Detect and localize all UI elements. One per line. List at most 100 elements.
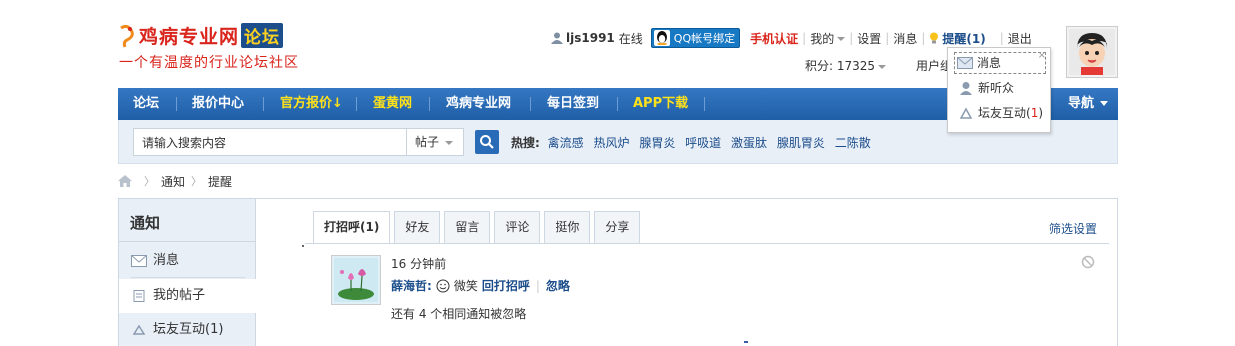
points-menu[interactable]: 积分: 17325 xyxy=(805,57,887,74)
tab-comments[interactable]: 评论 xyxy=(494,211,541,243)
ignore-link[interactable]: 忽略 xyxy=(546,277,570,294)
ignored-note: 还有 4 个相同通知被忽略 xyxy=(391,307,527,321)
close-icon[interactable]: × xyxy=(1038,50,1046,61)
filter-settings-link[interactable]: 筛选设置 xyxy=(1049,220,1097,237)
divider: | xyxy=(802,31,807,45)
tab-friends[interactable]: 好友 xyxy=(394,211,441,243)
hot-search-link[interactable]: 禽流感 xyxy=(548,136,584,150)
home-icon[interactable] xyxy=(118,175,132,187)
divider: | xyxy=(921,31,926,45)
nav-item-official-quote[interactable]: 官方报价↓ xyxy=(280,88,343,120)
chevron-down-icon xyxy=(837,37,846,41)
nav-divider xyxy=(617,97,618,111)
chevron-down-icon xyxy=(445,141,453,145)
search-input[interactable]: 请输入搜索内容 xyxy=(133,128,406,156)
tab-greeting[interactable]: 打招呼(1) xyxy=(313,211,391,244)
breadcrumb: 〉 通知 〉 提醒 xyxy=(118,172,232,190)
divider: | xyxy=(999,31,1004,45)
hot-search-link[interactable]: 腺肌胃炎 xyxy=(777,136,825,150)
breadcrumb-notify[interactable]: 通知 xyxy=(161,173,185,190)
nav-item-quote-center[interactable]: 报价中心 xyxy=(192,88,244,120)
nav-item-daily-checkin[interactable]: 每日签到 xyxy=(547,88,599,120)
sidebar: 通知 消息 我的帖子 坛友互动(1) xyxy=(119,199,257,346)
logout-link[interactable]: 退出 xyxy=(1008,30,1032,47)
hot-search-link[interactable]: 热风炉 xyxy=(593,136,629,150)
tab-share[interactable]: 分享 xyxy=(594,211,641,243)
breadcrumb-remind: 提醒 xyxy=(208,174,233,189)
nav-item-chicken-disease[interactable]: 鸡病专业网 xyxy=(446,88,511,120)
tab-messages[interactable]: 留言 xyxy=(444,211,491,243)
nav-item-forum[interactable]: 论坛 xyxy=(133,88,159,120)
settings-link[interactable]: 设置 xyxy=(857,30,881,47)
qq-bind-label: QQ帐号绑定 xyxy=(673,32,736,45)
sender-avatar[interactable] xyxy=(331,255,381,305)
nav-divider xyxy=(263,97,264,111)
search-type-select[interactable]: 帖子 xyxy=(406,128,464,156)
logo-slogan: 一个有温度的行业论坛社区 xyxy=(119,55,299,71)
user-toolbar: ljs1991 在线 QQ帐号绑定 手机认证 | 我的 | 设置 | 消息 | … xyxy=(551,28,1032,48)
sidebar-divider xyxy=(119,241,256,242)
caret-down-icon xyxy=(1100,101,1108,106)
sidebar-item-interaction[interactable]: 坛友互动(1) xyxy=(119,313,256,346)
nav-divider xyxy=(356,97,357,111)
hot-search-link[interactable]: 二陈散 xyxy=(835,136,871,150)
tab-support[interactable]: 挺你 xyxy=(544,211,591,243)
phone-verify-link[interactable]: 手机认证 xyxy=(750,30,798,47)
qq-penguin-icon xyxy=(653,30,670,46)
dropdown-item-messages[interactable]: 消息 xyxy=(957,53,1001,73)
search-icon xyxy=(480,135,494,149)
reply-greeting-link[interactable]: 回打招呼 xyxy=(482,277,530,294)
avatar-cartoon-icon xyxy=(1069,29,1115,75)
qq-bind-button[interactable]: QQ帐号绑定 xyxy=(650,28,741,48)
username-link[interactable]: ljs1991 xyxy=(566,31,615,45)
nav-divider xyxy=(530,97,531,111)
divider: | xyxy=(849,31,854,45)
nav-item-egg-yolk[interactable]: 蛋黄网 xyxy=(373,88,412,120)
notice-item: 16 分钟前 薛海哲: 微笑 回打招呼 | 忽略 还有 4 个相同通知被忽略 xyxy=(331,255,1101,335)
hot-search-link[interactable]: 呼吸道 xyxy=(685,136,721,150)
greeting-action: 微笑 xyxy=(453,279,478,293)
breadcrumb-separator-icon: 〉 xyxy=(144,175,155,188)
user-avatar[interactable] xyxy=(1066,26,1118,78)
user-stats: 积分: 17325 用户组 xyxy=(805,57,952,74)
sidebar-title: 通知 xyxy=(130,214,161,232)
block-icon[interactable] xyxy=(1081,255,1095,269)
notification-panel: 通知 消息 我的帖子 坛友互动(1) 打招呼(1) 好友 留言 评论 挺你 分享… xyxy=(118,198,1118,346)
site-logo[interactable]: 鸡病专业网 论坛 一个有温度的行业论坛社区 xyxy=(117,22,317,71)
recycle-icon xyxy=(959,107,973,119)
remind-link[interactable]: 提醒(1) xyxy=(942,30,985,47)
mail-icon xyxy=(957,57,973,69)
sidebar-divider xyxy=(131,277,245,278)
hot-search-link[interactable]: 激蛋肽 xyxy=(731,136,767,150)
mail-icon xyxy=(131,254,147,267)
sidebar-item-my-posts[interactable]: 我的帖子 xyxy=(119,279,257,313)
document-icon xyxy=(133,289,145,302)
mine-menu[interactable]: 我的 xyxy=(810,30,846,47)
notice-time: 16 分钟前 xyxy=(391,257,447,271)
messages-link[interactable]: 消息 xyxy=(893,30,917,47)
hot-search-link[interactable]: 腺胃炎 xyxy=(639,136,675,150)
dropdown-item-new-listeners[interactable]: 新听众 xyxy=(958,78,1014,98)
lightbulb-icon xyxy=(930,32,939,43)
divider: | xyxy=(535,278,540,293)
chicken-logo-icon xyxy=(120,24,134,48)
user-icon xyxy=(551,32,563,44)
logo-badge: 论坛 xyxy=(241,23,284,48)
notice-tabs: 打招呼(1) 好友 留言 评论 挺你 分享 xyxy=(313,211,644,244)
stray-mark xyxy=(744,341,748,343)
stray-mark xyxy=(302,245,304,247)
site-navigation-menu[interactable]: 导航 xyxy=(1068,88,1118,120)
hot-searches: 热搜: 禽流感 热风炉 腺胃炎 呼吸道 激蛋肽 腺肌胃炎 二陈散 xyxy=(511,134,877,151)
search-button[interactable] xyxy=(475,130,499,154)
sidebar-item-messages[interactable]: 消息 xyxy=(119,244,256,278)
nav-divider xyxy=(704,97,705,111)
online-status: 在线 xyxy=(618,31,643,46)
recycle-icon xyxy=(132,324,146,335)
smile-icon xyxy=(436,279,450,292)
divider: | xyxy=(885,31,890,45)
breadcrumb-separator-icon: 〉 xyxy=(191,175,203,188)
notice-content: 薛海哲: 微笑 回打招呼 | 忽略 xyxy=(391,277,570,294)
dropdown-item-interaction[interactable]: 坛友互动(1) xyxy=(958,103,1043,123)
sender-name-link[interactable]: 薛海哲: xyxy=(391,277,432,294)
nav-item-app-download[interactable]: APP下载 xyxy=(633,88,688,120)
